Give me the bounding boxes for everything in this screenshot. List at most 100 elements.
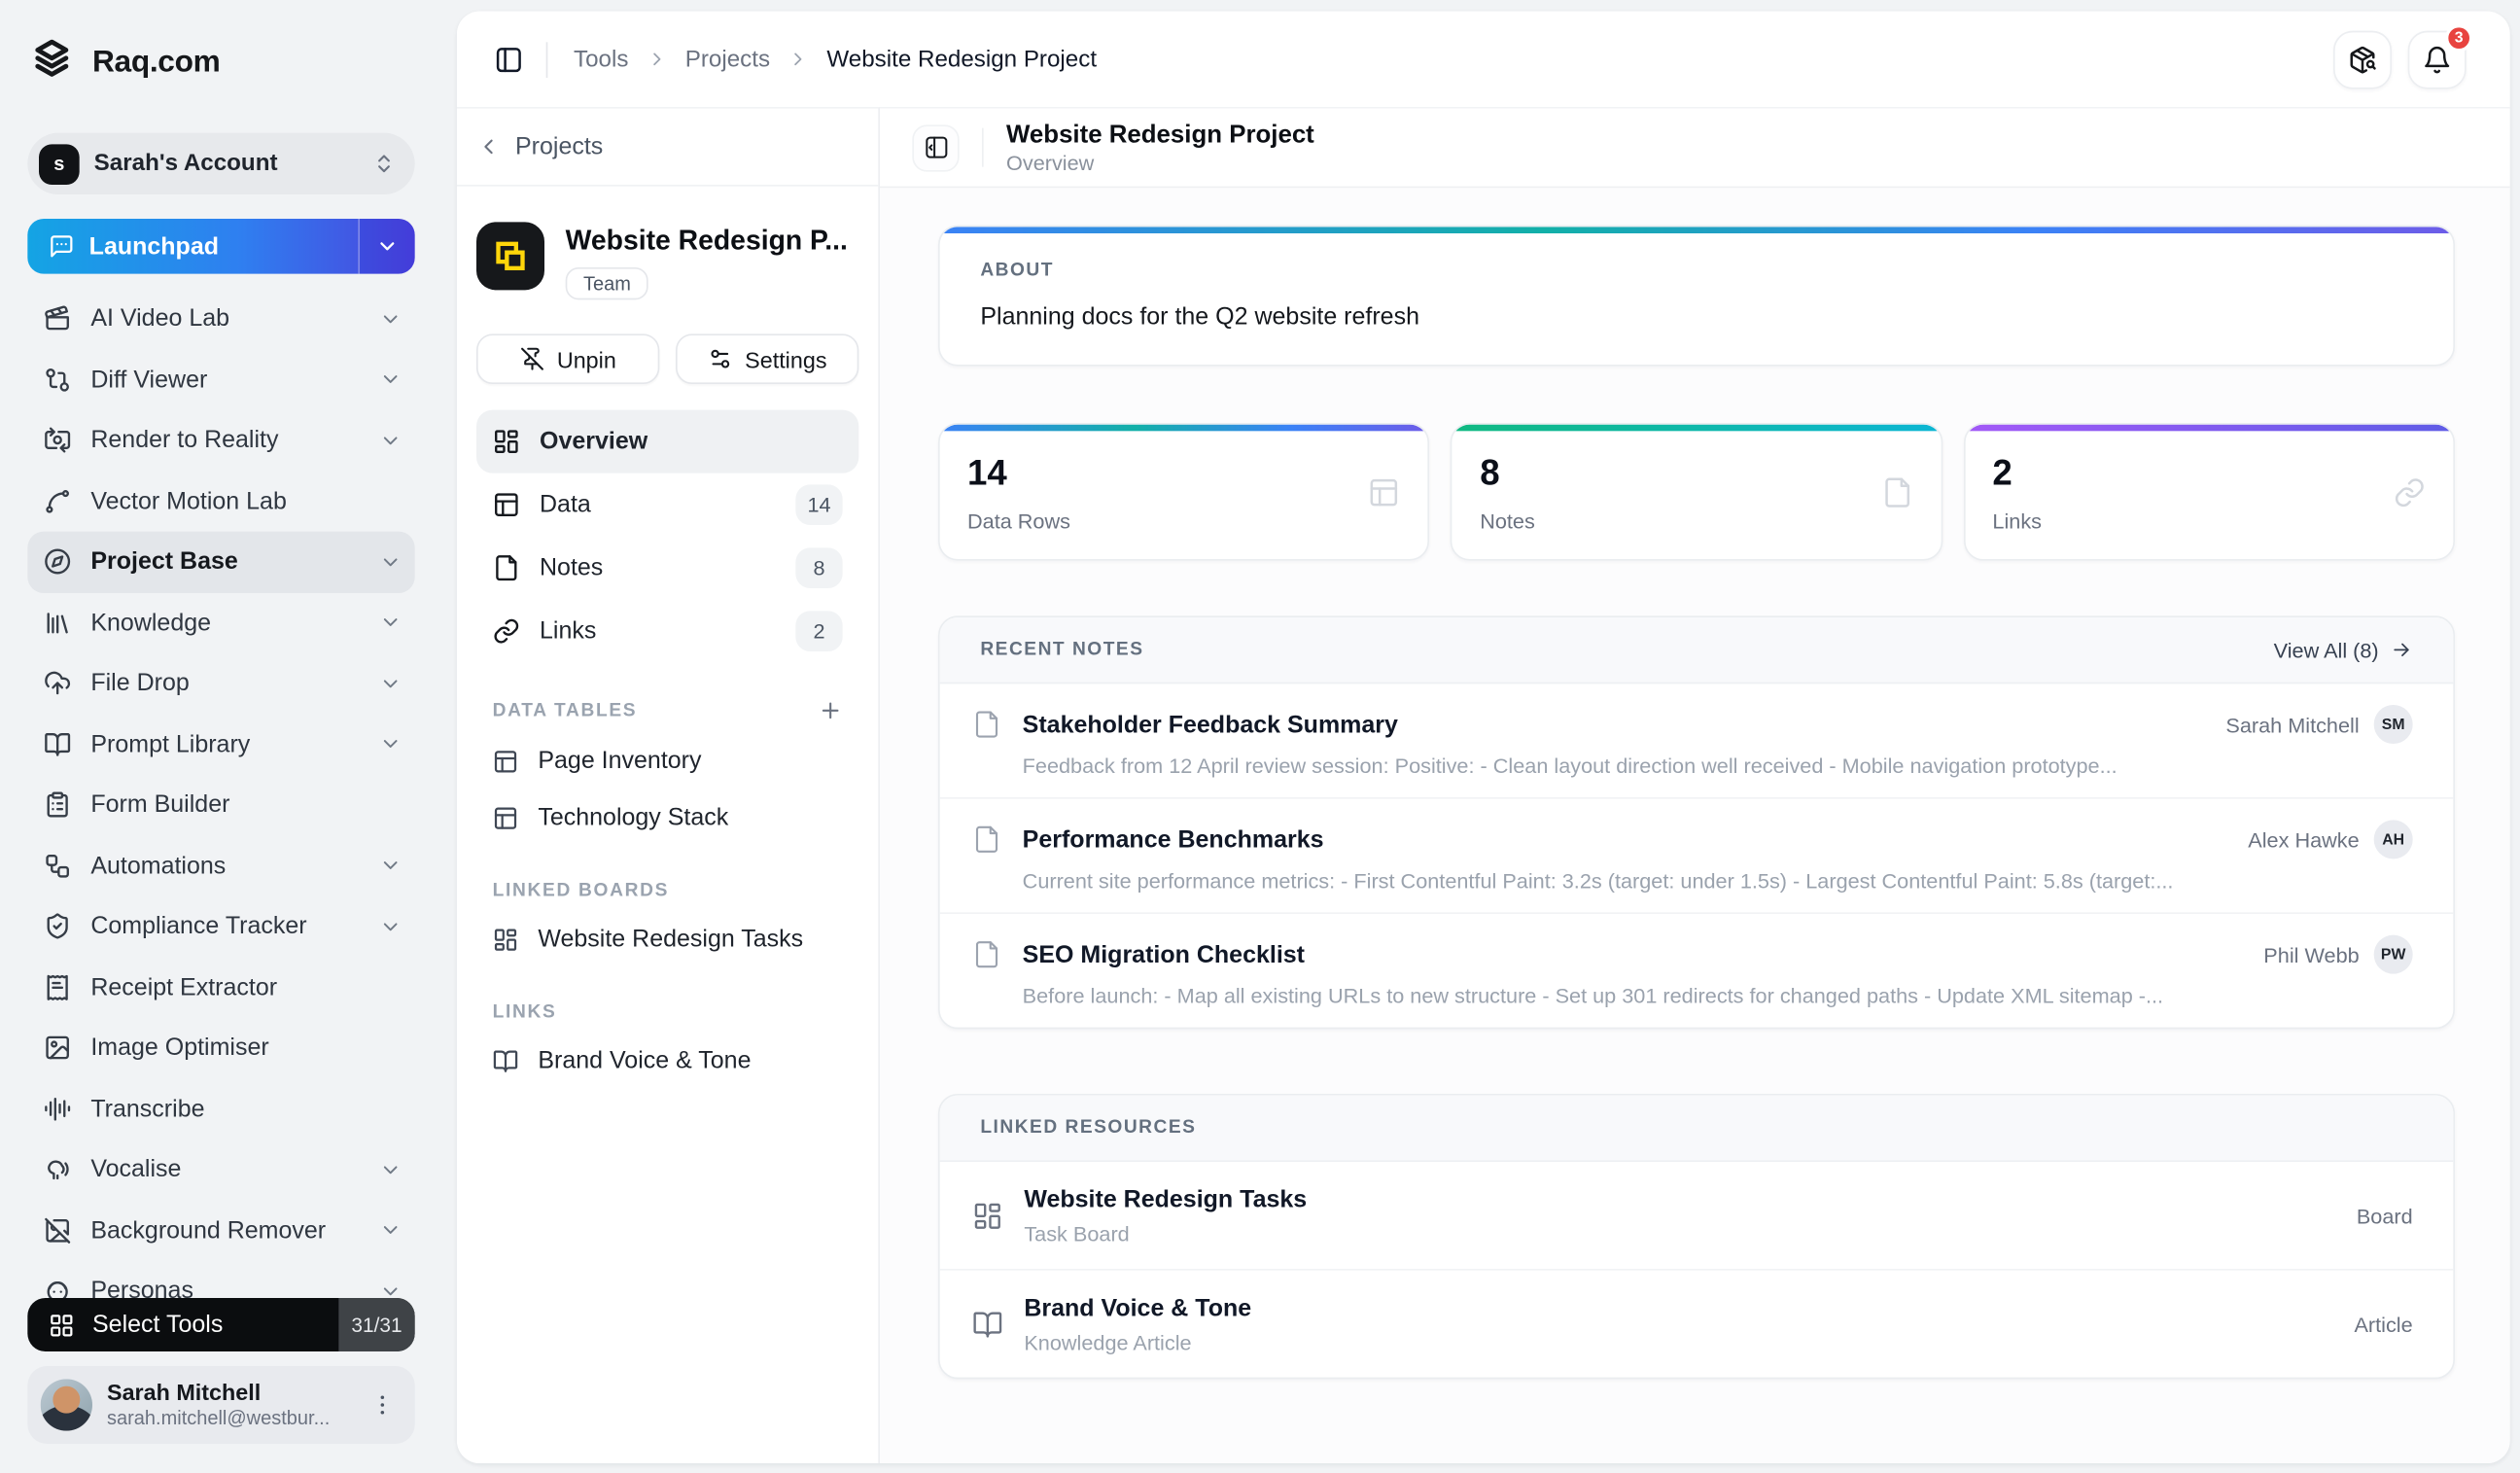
chevron-right-icon <box>788 49 809 70</box>
linked-board-website-redesign-tasks[interactable]: Website Redesign Tasks <box>476 911 858 967</box>
git-compare-icon <box>44 366 71 393</box>
resource-title: Brand Voice & Tone <box>1024 1294 1252 1323</box>
sidebar-item-compliance-tracker[interactable]: Compliance Tracker <box>27 896 414 958</box>
sidebar-toggle-button[interactable] <box>484 35 533 84</box>
sidebar-item-automations[interactable]: Automations <box>27 835 414 896</box>
stat-label: Links <box>1992 509 2043 534</box>
notification-badge: 3 <box>2445 23 2473 52</box>
note-row[interactable]: SEO Migration Checklist Phil Webb PW Bef… <box>940 914 2454 1028</box>
brand-logo-icon <box>27 39 76 88</box>
file-icon <box>972 824 1001 854</box>
tab-data[interactable]: Data 14 <box>476 473 858 537</box>
sidebar-item-diff-viewer[interactable]: Diff Viewer <box>27 349 414 410</box>
sidebar-item-ai-video-lab[interactable]: AI Video Lab <box>27 289 414 350</box>
stat-value: 2 <box>1992 452 2012 493</box>
note-snippet: Before launch: - Map all existing URLs t… <box>1022 983 2164 1008</box>
gradient-bar <box>1452 424 1942 432</box>
panel-collapse-button[interactable] <box>912 123 960 171</box>
sidebar-item-project-base[interactable]: Project Base <box>27 531 415 593</box>
select-tools-button[interactable]: Select Tools 31/31 <box>27 1298 415 1352</box>
link-icon <box>2394 476 2426 509</box>
sidebar-item-receipt-extractor[interactable]: Receipt Extractor <box>27 957 414 1018</box>
project-nav: Overview Data 14 Notes 8 Links 2 <box>476 409 859 663</box>
user-avatar <box>40 1379 93 1431</box>
launchpad-main[interactable]: Launchpad <box>27 219 358 274</box>
resource-subtitle: Task Board <box>1024 1221 1130 1246</box>
file-icon <box>1880 476 1912 509</box>
sidebar-item-image-optimiser[interactable]: Image Optimiser <box>27 1018 414 1079</box>
file-icon <box>493 554 520 581</box>
chevron-down-icon <box>379 672 402 694</box>
sidebar-item-transcribe[interactable]: Transcribe <box>27 1078 414 1140</box>
user-name: Sarah Mitchell <box>107 1379 262 1406</box>
user-menu-button[interactable] <box>363 1392 402 1419</box>
book-open-icon <box>44 730 71 757</box>
panel-left-icon <box>494 45 523 74</box>
layout-dashboard-icon <box>493 428 520 455</box>
package-search-button[interactable] <box>2333 29 2393 88</box>
note-row[interactable]: Performance Benchmarks Alex Hawke AH Cur… <box>939 799 2454 915</box>
add-data-table-button[interactable] <box>819 698 843 722</box>
user-card[interactable]: Sarah Mitchell sarah.mitchell@westbur... <box>27 1366 415 1445</box>
pin-off-icon <box>520 347 544 371</box>
sidebar-item-form-builder[interactable]: Form Builder <box>27 775 414 836</box>
breadcrumb-tools[interactable]: Tools <box>574 47 628 73</box>
chevron-right-icon <box>647 49 668 70</box>
view-all-link[interactable]: View All (8) <box>2274 638 2413 662</box>
notifications-button[interactable]: 3 <box>2407 23 2473 88</box>
library-icon <box>44 609 71 636</box>
account-switcher[interactable]: s Sarah's Account <box>27 132 415 195</box>
resource-row[interactable]: Website Redesign Tasks Task Board Board <box>939 1162 2454 1271</box>
main-area: Website Redesign Project Overview ABOUT … <box>880 107 2510 1464</box>
sidebar-item-background-remover[interactable]: Background Remover <box>27 1200 414 1261</box>
links-section-header: LINKS <box>492 1002 557 1023</box>
layout-grid-icon <box>49 1312 75 1338</box>
resource-type: Board <box>2356 1203 2413 1228</box>
gradient-bar <box>939 227 2454 234</box>
tab-overview[interactable]: Overview <box>476 409 859 473</box>
chevron-down-icon <box>379 1158 402 1180</box>
link-brand-voice-tone[interactable]: Brand Voice & Tone <box>476 1033 858 1089</box>
recent-notes-title: RECENT NOTES <box>980 640 1144 660</box>
launchpad-button[interactable]: Launchpad <box>27 219 415 274</box>
data-table-page-inventory[interactable]: Page Inventory <box>476 732 858 789</box>
sidebar-item-knowledge[interactable]: Knowledge <box>27 592 414 653</box>
sidebar-item-file-drop[interactable]: File Drop <box>27 653 414 715</box>
sidebar-item-vector-motion-lab[interactable]: Vector Motion Lab <box>27 471 414 532</box>
note-row[interactable]: Stakeholder Feedback Summary Sarah Mitch… <box>939 684 2454 799</box>
tab-links[interactable]: Links 2 <box>476 600 858 663</box>
sidebar-item-prompt-library[interactable]: Prompt Library <box>27 714 414 775</box>
gradient-bar <box>1965 424 2454 432</box>
resource-row[interactable]: Brand Voice & Tone Knowledge Article Art… <box>940 1271 2454 1378</box>
shield-check-icon <box>44 913 71 940</box>
launchpad-dropdown[interactable] <box>358 219 415 274</box>
data-tables-section-header: DATA TABLES <box>493 698 843 722</box>
back-to-projects[interactable]: Projects <box>457 109 879 187</box>
file-icon <box>972 940 1001 969</box>
chevron-down-icon <box>376 235 399 258</box>
settings-button[interactable]: Settings <box>676 333 859 385</box>
audio-lines-icon <box>44 1095 71 1122</box>
breadcrumb: Tools Projects Website Redesign Project <box>574 47 1097 73</box>
data-table-technology-stack[interactable]: Technology Stack <box>476 789 858 846</box>
chevron-down-icon <box>379 429 402 451</box>
stat-card-links: 2 Links <box>1963 423 2455 561</box>
author-avatar: AH <box>2373 820 2413 859</box>
linked-resources-card: LINKED RESOURCES Website Redesign Tasks … <box>938 1094 2456 1380</box>
breadcrumb-projects[interactable]: Projects <box>685 47 770 73</box>
select-tools-count: 31/31 <box>338 1298 415 1352</box>
sidebar-item-render-to-reality[interactable]: Render to Reality <box>27 410 414 472</box>
user-email: sarah.mitchell@westbur... <box>107 1406 331 1430</box>
project-title: Website Redesign P... <box>565 225 848 257</box>
speech-icon <box>44 1156 71 1183</box>
stat-label: Data Rows <box>967 509 1070 534</box>
tab-notes[interactable]: Notes 8 <box>476 537 858 600</box>
about-title: ABOUT <box>980 261 1054 281</box>
recent-notes-card: RECENT NOTES View All (8) Stakeholder Fe… <box>938 615 2456 1030</box>
sidebar-item-vocalise[interactable]: Vocalise <box>27 1140 414 1201</box>
unpin-button[interactable]: Unpin <box>476 333 660 385</box>
page-title: Website Redesign Project <box>1006 121 1314 149</box>
chevron-down-icon <box>379 733 402 755</box>
image-off-icon <box>44 1216 71 1244</box>
author-avatar: PW <box>2373 934 2413 974</box>
